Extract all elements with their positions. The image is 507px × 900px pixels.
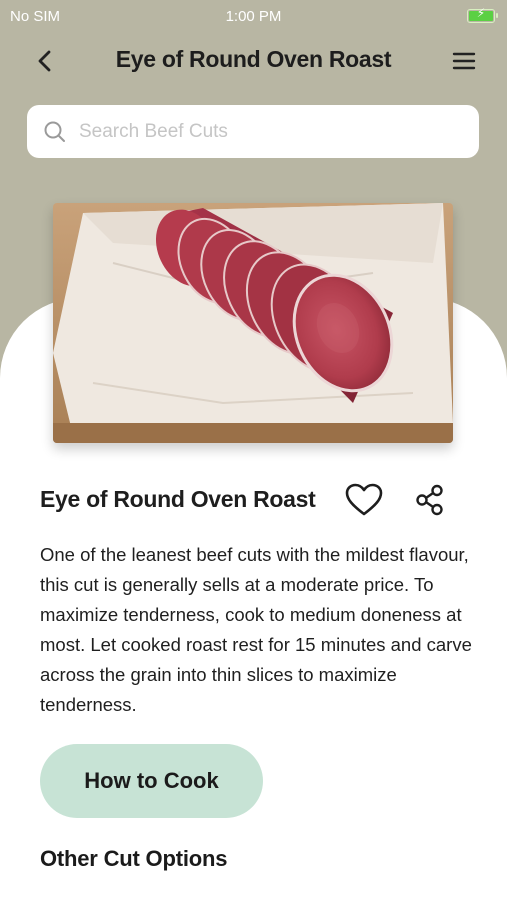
navigation-bar: Eye of Round Oven Roast — [0, 36, 507, 86]
share-icon — [416, 484, 443, 516]
search-icon — [44, 121, 65, 142]
chevron-left-icon — [38, 50, 51, 72]
search-input[interactable] — [79, 120, 449, 143]
page-title: Eye of Round Oven Roast — [115, 46, 392, 72]
cut-description: One of the leanest beef cuts with the mi… — [40, 544, 472, 715]
menu-button[interactable] — [447, 44, 481, 78]
charging-bolt-icon: ⚡ — [476, 6, 486, 20]
hero-image — [53, 203, 453, 443]
hamburger-menu-icon — [452, 52, 476, 70]
search-bar[interactable] — [27, 105, 479, 158]
heart-icon — [345, 483, 383, 516]
back-button[interactable] — [28, 44, 62, 78]
other-cut-options-heading: Other Cut Options — [40, 846, 228, 871]
status-bar: No SIM 1:00 PM ⚡ — [0, 0, 507, 32]
share-button[interactable] — [412, 482, 448, 518]
how-to-cook-button[interactable]: How to Cook — [40, 744, 263, 818]
sliced-beef-roast-photo — [53, 203, 453, 443]
detail-title-row: Eye of Round Oven Roast — [40, 482, 470, 522]
cut-title: Eye of Round Oven Roast — [40, 486, 316, 512]
favorite-button[interactable] — [344, 482, 384, 518]
status-time: 1:00 PM — [225, 8, 282, 25]
battery-icon: ⚡ — [467, 6, 498, 23]
